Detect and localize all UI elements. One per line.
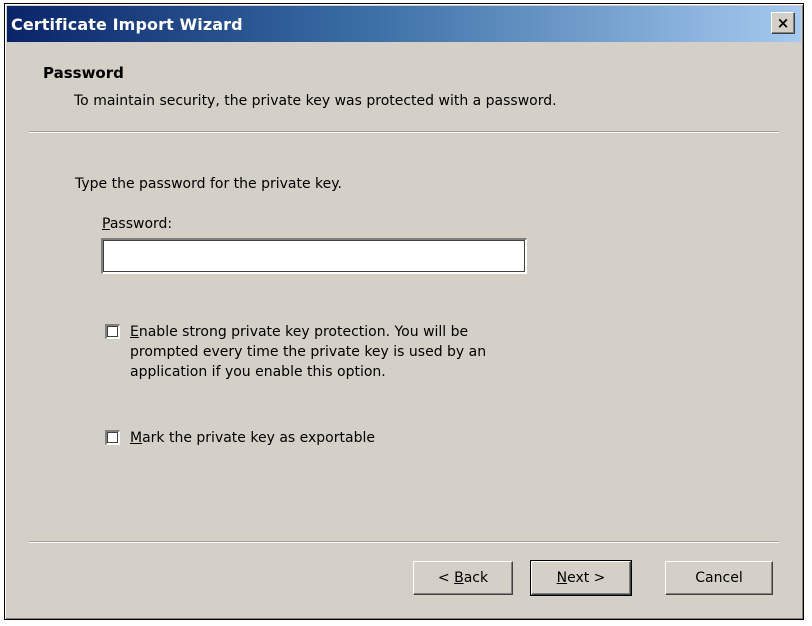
- strong-protection-accelerator: E: [130, 324, 139, 340]
- password-instruction: Type the password for the private key.: [75, 176, 342, 192]
- certificate-import-wizard-window: Certificate Import Wizard × Password To …: [4, 3, 804, 620]
- strong-protection-text: nable strong private key protection. You…: [130, 324, 487, 380]
- wizard-header: Password To maintain security, the priva…: [7, 42, 801, 130]
- cancel-label: Cancel: [695, 570, 743, 586]
- footer-divider: [29, 541, 779, 543]
- back-accelerator: B: [454, 570, 464, 586]
- password-label: Password:: [102, 216, 172, 232]
- back-text: ack: [463, 570, 489, 586]
- back-prefix: <: [437, 570, 455, 586]
- next-button[interactable]: Next >: [530, 560, 632, 596]
- password-label-accelerator: P: [102, 216, 110, 232]
- password-label-text: assword:: [109, 216, 173, 232]
- next-text: ext >: [567, 570, 606, 586]
- title-bar[interactable]: Certificate Import Wizard ×: [7, 6, 801, 42]
- password-input[interactable]: [101, 238, 527, 274]
- back-button[interactable]: < Back: [413, 561, 513, 595]
- header-divider: [29, 131, 779, 133]
- close-button[interactable]: ×: [771, 12, 795, 34]
- strong-protection-label[interactable]: Enable strong private key protection. Yo…: [130, 322, 486, 382]
- window-title: Certificate Import Wizard: [11, 14, 243, 34]
- strong-protection-checkbox[interactable]: [105, 324, 120, 339]
- cancel-button[interactable]: Cancel: [665, 561, 773, 595]
- exportable-text: ark the private key as exportable: [142, 430, 375, 446]
- strong-protection-option[interactable]: Enable strong private key protection. Yo…: [105, 322, 486, 382]
- page-subtitle: To maintain security, the private key wa…: [74, 93, 557, 109]
- page-title: Password: [43, 64, 124, 82]
- next-accelerator: N: [556, 570, 568, 586]
- exportable-checkbox[interactable]: [105, 430, 120, 445]
- exportable-label[interactable]: Mark the private key as exportable: [130, 428, 375, 448]
- exportable-accelerator: M: [130, 430, 143, 446]
- close-icon: ×: [776, 13, 790, 32]
- exportable-option[interactable]: Mark the private key as exportable: [105, 428, 375, 448]
